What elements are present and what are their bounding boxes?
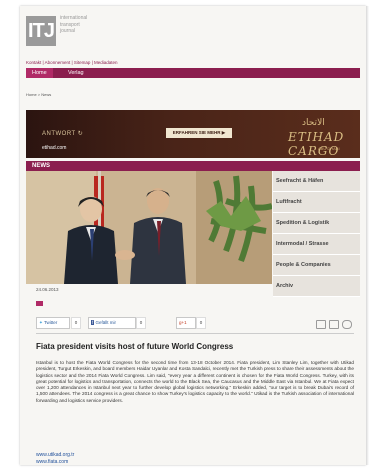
page: ITJ international transport journal Kont…	[20, 6, 366, 465]
logo-line-3: journal	[60, 28, 76, 34]
logo-icon[interactable]: ITJ	[26, 16, 56, 46]
facebook-like-label: Gefällt mir	[95, 320, 117, 325]
comment-icon[interactable]	[342, 320, 352, 329]
gplus-label: g+1	[179, 320, 187, 325]
nav-home[interactable]: Home	[26, 68, 53, 78]
news-photo-illustration	[26, 171, 272, 284]
facebook-like-button[interactable]: f Gefällt mir	[88, 317, 136, 329]
gplus-button[interactable]: g+1	[176, 317, 196, 329]
category-tag[interactable]	[36, 301, 43, 306]
link-utikad[interactable]: www.utikad.org.tr	[36, 452, 74, 458]
sidebar-item-intermodal[interactable]: Intermodal / Strasse	[273, 234, 360, 255]
gplus-count: 0	[196, 317, 206, 329]
sidebar-item-archiv[interactable]: Archiv	[273, 276, 360, 297]
news-label: NEWS	[32, 163, 50, 169]
twitter-count: 0	[71, 317, 81, 329]
print-icon[interactable]	[316, 320, 326, 329]
divider	[36, 333, 354, 334]
ad-brand: ETIHAD CARGO	[288, 130, 360, 158]
breadcrumb[interactable]: Home > News	[26, 92, 51, 97]
sidebar-item-seefracht[interactable]: Seefracht & Häfen	[273, 171, 360, 192]
twitter-share-label: Twitter	[43, 320, 58, 325]
nav-verlag[interactable]: Verlag	[62, 68, 90, 78]
ad-brand-arabic: الاتحاد	[302, 118, 325, 128]
logo-text: international transport journal	[60, 15, 87, 35]
article-body: Istanbul is to host the Fiata World Cong…	[36, 360, 354, 403]
link-fiata[interactable]: www.fiata.com	[36, 459, 68, 465]
top-links[interactable]: Kontakt | Abonnement | Sitemap | Mediada…	[26, 60, 118, 65]
facebook-icon: f	[91, 320, 95, 325]
facebook-count: 0	[136, 317, 146, 329]
news-bar: NEWS	[26, 161, 360, 171]
twitter-icon: ✦	[39, 320, 43, 325]
email-icon[interactable]	[329, 320, 339, 329]
article-date: 24.06.2013	[36, 287, 59, 292]
twitter-share-button[interactable]: ✦ Twitter	[36, 317, 70, 329]
ad-url[interactable]: etihad.com	[42, 145, 66, 151]
main-nav: Home Verlag	[26, 68, 360, 78]
article-headline: Fiata president visits host of future Wo…	[36, 342, 234, 351]
ad-brand-name: ETIHAD	[288, 130, 345, 144]
sidebar-item-luftfracht[interactable]: Luftfracht	[273, 192, 360, 213]
logo-line-1: international	[60, 15, 88, 21]
sidebar-item-spedition[interactable]: Spedition & Logistik	[273, 213, 360, 234]
ad-more-button[interactable]: ERFAHREN SIE MEHR ▶	[166, 128, 232, 138]
ad-banner[interactable]: ANTWORT ↻ etihad.com ERFAHREN SIE MEHR ▶…	[26, 110, 360, 158]
ad-brand-tagline: ABU DHABI	[318, 146, 340, 151]
ad-antwort: ANTWORT ↻	[42, 131, 84, 137]
sidebar-item-people[interactable]: People & Companies	[273, 255, 360, 276]
news-photo[interactable]	[26, 171, 272, 284]
sidebar-categories: Seefracht & Häfen Luftfracht Spedition &…	[273, 171, 360, 297]
